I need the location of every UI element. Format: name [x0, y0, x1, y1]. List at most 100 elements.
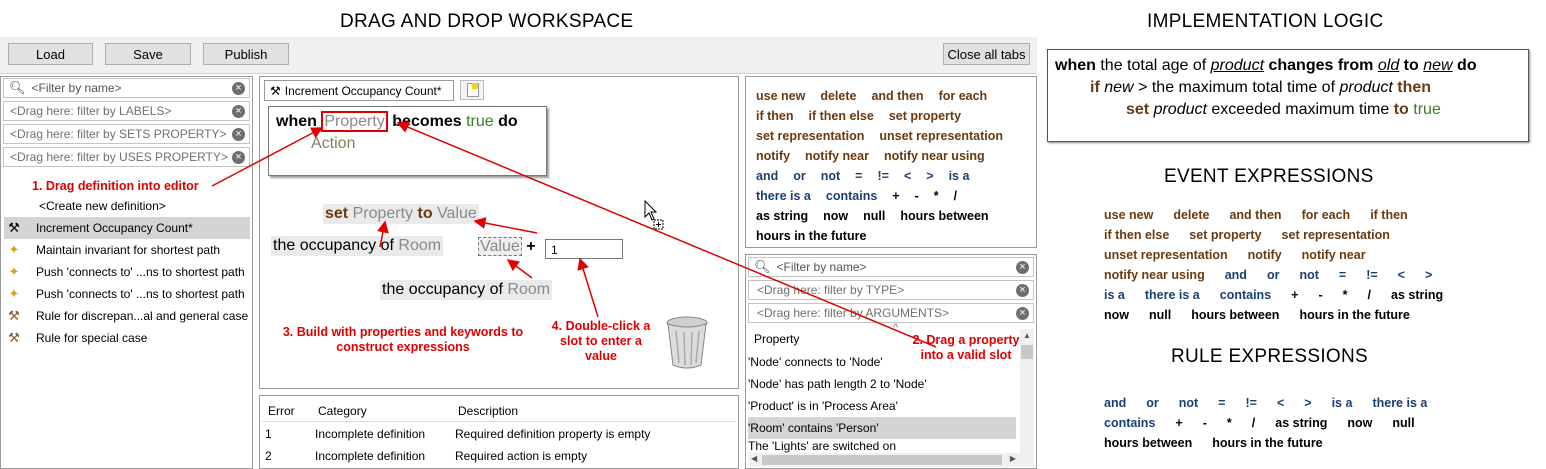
keyword-chip[interactable]: is a — [949, 169, 970, 183]
occupancy-expression[interactable]: the occupancy of Room — [380, 280, 553, 300]
keyword-chip[interactable]: unset representation — [879, 129, 1003, 143]
keyword-chip[interactable]: > — [1425, 268, 1432, 282]
definition-item[interactable]: ⚒ Rule for special case — [4, 327, 250, 349]
property-item[interactable]: 'Room' contains 'Person' — [748, 417, 1016, 439]
definition-item[interactable]: ✦ Push 'connects to' ...ns to shortest p… — [4, 261, 250, 283]
keyword-chip[interactable]: if then — [1370, 208, 1408, 222]
keyword-chip[interactable]: as string — [1391, 288, 1443, 302]
keyword-chip[interactable]: is a — [1104, 288, 1125, 302]
definition-item[interactable]: ⚒ Rule for discrepan...al and general ca… — [4, 305, 250, 327]
keyword-chip[interactable]: hours between — [1104, 436, 1192, 450]
keyword-chip[interactable]: + — [892, 189, 899, 203]
keyword-chip[interactable]: > — [1304, 396, 1311, 410]
definition-item[interactable]: ✦ Maintain invariant for shortest path — [4, 239, 250, 261]
keyword-chip[interactable]: as string — [1275, 416, 1327, 430]
keyword-chip[interactable]: contains — [1104, 416, 1155, 430]
error-cell[interactable]: Required definition property is empty — [455, 427, 650, 441]
keyword-chip[interactable]: hours in the future — [1299, 308, 1409, 322]
keyword-chip[interactable]: hours in the future — [756, 229, 866, 243]
keyword-chip[interactable]: hours in the future — [1212, 436, 1322, 450]
keyword-chip[interactable]: = — [1339, 268, 1346, 282]
keyword-chip[interactable]: set representation — [1282, 228, 1390, 242]
keyword-chip[interactable]: or — [1146, 396, 1159, 410]
clear-icon[interactable]: × — [1016, 284, 1029, 297]
tab-increment-occupancy[interactable]: ⚒ Increment Occupancy Count* — [264, 80, 454, 101]
keyword-chip[interactable]: != — [1366, 268, 1377, 282]
keyword-chip[interactable]: use new — [1104, 208, 1153, 222]
publish-button[interactable]: Publish — [203, 43, 289, 65]
number-input[interactable]: 1 — [545, 239, 623, 259]
keyword-chip[interactable]: there is a — [1372, 396, 1427, 410]
room-slot[interactable]: Room — [507, 281, 550, 298]
keyword-chip[interactable]: null — [1149, 308, 1171, 322]
value-slot[interactable]: Value — [437, 205, 477, 222]
when-block[interactable]: when Property becomes true do Action — [268, 106, 547, 176]
keyword-chip[interactable]: set property — [889, 109, 961, 123]
keyword-chip[interactable]: contains — [1220, 288, 1271, 302]
keyword-chip[interactable]: < — [1277, 396, 1284, 410]
trash-can-icon[interactable] — [664, 315, 710, 371]
keyword-chip[interactable]: set property — [1189, 228, 1261, 242]
error-cell[interactable]: Incomplete definition — [315, 427, 425, 441]
set-property-expression[interactable]: set Property to Value — [323, 204, 479, 224]
keyword-chip[interactable]: there is a — [1145, 288, 1200, 302]
keyword-chip[interactable]: if then else — [1104, 228, 1169, 242]
keyword-chip[interactable]: for each — [939, 89, 988, 103]
keyword-chip[interactable]: - — [915, 189, 919, 203]
room-slot[interactable]: Room — [398, 237, 441, 254]
keyword-chip[interactable]: if then — [756, 109, 794, 123]
keyword-chip[interactable]: now — [1104, 308, 1129, 322]
keyword-chip[interactable]: and — [1225, 268, 1247, 282]
property-column-header[interactable]: Property — [754, 332, 799, 346]
keyword-chip[interactable]: or — [1267, 268, 1280, 282]
keyword-chip[interactable]: notify near — [1302, 248, 1366, 262]
keyword-chip[interactable]: > — [926, 169, 933, 183]
error-cell[interactable]: 2 — [265, 449, 272, 463]
load-button[interactable]: Load — [8, 43, 93, 65]
property-item[interactable]: 'Product' is in 'Process Area' — [748, 395, 1016, 417]
definition-item[interactable]: ✦ Push 'connects to' ...ns to shortest p… — [4, 283, 250, 305]
keyword-chip[interactable]: contains — [826, 189, 877, 203]
keyword-chip[interactable]: not — [1179, 396, 1198, 410]
keyword-chip[interactable]: * — [1227, 416, 1232, 430]
keyword-chip[interactable]: not — [1299, 268, 1318, 282]
keyword-chip[interactable]: notify near using — [884, 149, 985, 163]
scroll-right-icon[interactable]: ▶ — [1010, 454, 1016, 463]
keyword-chip[interactable]: != — [877, 169, 888, 183]
new-tab-button[interactable] — [460, 80, 484, 100]
keyword-chip[interactable]: now — [1347, 416, 1372, 430]
property-filter-args-dropzone[interactable]: <Drag here: filter by ARGUMENTS> × — [748, 303, 1034, 323]
value-slot[interactable]: Value — [478, 237, 522, 256]
keyword-chip[interactable]: < — [1398, 268, 1405, 282]
keyword-chip[interactable]: and then — [871, 89, 923, 103]
keyword-chip[interactable]: notify near using — [1104, 268, 1205, 282]
keyword-chip[interactable]: delete — [1173, 208, 1209, 222]
clear-icon[interactable]: × — [232, 128, 245, 141]
filter-uses-dropzone[interactable]: <Drag here: filter by USES PROPERTY> × — [3, 147, 250, 167]
property-slot[interactable]: Property — [353, 205, 413, 222]
clear-icon[interactable]: × — [232, 105, 245, 118]
keyword-chip[interactable]: * — [934, 189, 939, 203]
keyword-chip[interactable]: is a — [1332, 396, 1353, 410]
error-cell[interactable]: Incomplete definition — [315, 449, 425, 463]
keyword-chip[interactable]: there is a — [756, 189, 811, 203]
keyword-chip[interactable]: / — [1252, 416, 1255, 430]
keyword-chip[interactable]: hours between — [1191, 308, 1279, 322]
filter-sets-dropzone[interactable]: <Drag here: filter by SETS PROPERTY> × — [3, 124, 250, 144]
keyword-chip[interactable]: hours between — [900, 209, 988, 223]
keyword-chip[interactable]: * — [1343, 288, 1348, 302]
keyword-chip[interactable]: < — [904, 169, 911, 183]
horizontal-scrollbar[interactable]: ◀ ▶ — [748, 453, 1034, 467]
property-slot[interactable]: Property — [321, 111, 388, 132]
keyword-chip[interactable]: = — [855, 169, 862, 183]
keyword-chip[interactable]: for each — [1302, 208, 1351, 222]
property-item[interactable]: The 'Lights' are switched on — [748, 439, 1016, 453]
addition-expression[interactable]: Value + — [478, 237, 536, 256]
keyword-chip[interactable]: or — [793, 169, 806, 183]
keyword-chip[interactable]: set representation — [756, 129, 864, 143]
keyword-chip[interactable]: notify — [756, 149, 790, 163]
keyword-chip[interactable]: now — [823, 209, 848, 223]
keyword-chip[interactable]: + — [1175, 416, 1182, 430]
keyword-chip[interactable]: notify near — [805, 149, 869, 163]
clear-icon[interactable]: × — [232, 151, 245, 164]
